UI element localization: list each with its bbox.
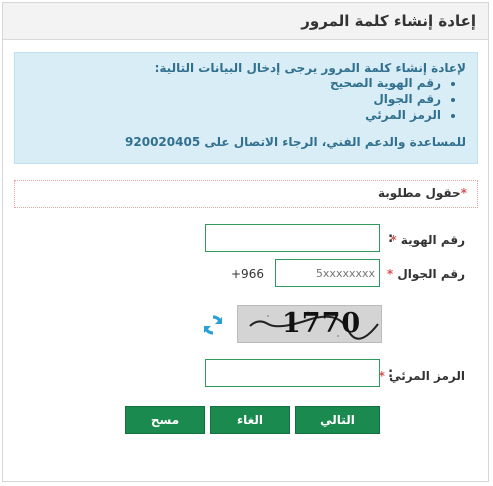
mobile-required-star: * [386,267,394,281]
info-list: رقم الهوية الصحيح رقم الجوال الرمز المرئ… [330,75,457,123]
required-label: حقول مطلوبة [377,186,461,200]
panel-header: إعادة إنشاء كلمة المرور [3,3,488,40]
captcha-text: 1770 [282,308,362,339]
id-number-label-text: رقم الهوية [400,233,465,247]
id-number-input[interactable] [205,224,380,252]
id-number-label: رقم الهوية * [390,233,465,247]
password-reset-panel: إعادة إنشاء كلمة المرور لإعادة إنشاء كلم… [2,2,489,482]
info-item-id: رقم الهوية الصحيح [330,75,441,91]
cancel-button[interactable]: الغاء [210,406,290,434]
info-intro: لإعادة إنشاء كلمة المرور يرجى إدخال البي… [154,61,466,75]
captcha-input[interactable] [205,359,380,387]
required-fields-note: *حقول مطلوبة [14,180,478,208]
support-text: للمساعدة والدعم الفني، الرجاء الاتصال عل… [125,135,466,149]
mobile-label: رقم الجوال * [387,267,465,281]
captcha-label-text: الرمز المرئي [389,369,465,383]
info-item-mobile: رقم الجوال [330,91,441,107]
required-star: * [460,186,467,200]
captcha-image: 1770 [237,305,382,343]
clear-button[interactable]: مسح [125,406,205,434]
required-note-text: *حقول مطلوبة [378,186,467,200]
info-alert: لإعادة إنشاء كلمة المرور يرجى إدخال البي… [14,52,478,164]
info-item-captcha: الرمز المرئي [330,107,441,123]
captcha-colon: : [388,366,394,381]
mobile-label-text: رقم الجوال [397,267,465,281]
page-title: إعادة إنشاء كلمة المرور [301,12,476,30]
refresh-captcha-icon[interactable] [201,313,225,337]
id-colon: : [388,231,394,246]
mobile-input[interactable] [275,259,380,287]
mobile-country-code: +966 [231,267,264,281]
next-button[interactable]: التالي [295,406,380,434]
